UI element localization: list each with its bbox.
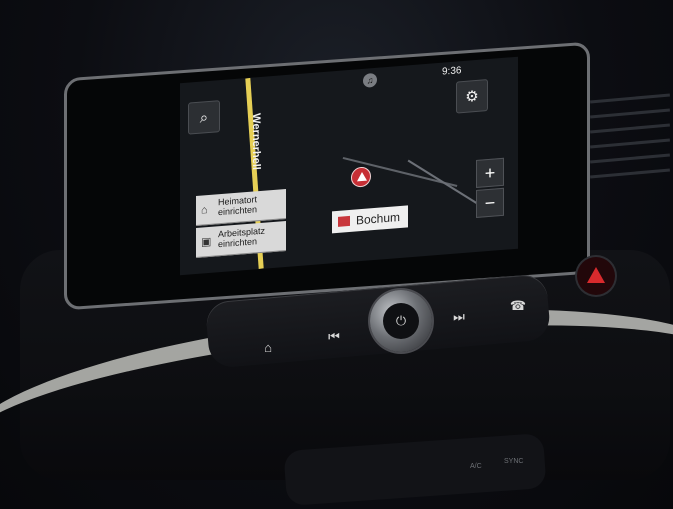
- previous-track-button[interactable]: ⏮: [321, 324, 347, 350]
- map-road-dotted: [407, 159, 483, 208]
- work-location-card[interactable]: ▣ Arbeitsplatz einrichten: [196, 220, 286, 259]
- home-icon: ⌂: [264, 339, 272, 355]
- phone-button[interactable]: ☎: [505, 293, 531, 319]
- search-icon: ⌕: [199, 108, 209, 127]
- minus-icon: −: [484, 191, 496, 213]
- location-arrow-icon: [351, 166, 371, 188]
- search-button[interactable]: ⌕: [188, 100, 220, 135]
- city-label-button[interactable]: Bochum: [332, 205, 408, 234]
- car-infotainment-scene: ⌕ ♫ 9:36 ⚙ Wernerhell + − ⌂ Heimatort ei…: [0, 0, 673, 509]
- zoom-out-button[interactable]: −: [476, 187, 504, 219]
- briefcase-icon: ▣: [201, 235, 212, 249]
- city-name: Bochum: [356, 209, 401, 228]
- settings-button[interactable]: ⚙: [456, 79, 488, 114]
- phone-icon: ☎: [509, 298, 527, 313]
- home-hardware-button[interactable]: ⌂: [255, 334, 281, 360]
- power-icon: ⏻: [395, 313, 407, 328]
- gear-icon: ⚙: [465, 87, 479, 106]
- home-location-card[interactable]: ⌂ Heimatort einrichten: [196, 188, 286, 227]
- power-button[interactable]: ⏻: [383, 303, 419, 339]
- air-vent: [590, 85, 670, 205]
- street-name: Wernerhell: [250, 112, 262, 171]
- clock: 9:36: [442, 65, 462, 78]
- previous-track-icon: ⏮: [328, 329, 340, 344]
- ac-label: A/C: [470, 463, 482, 470]
- navigation-screen[interactable]: ⌕ ♫ 9:36 ⚙ Wernerhell + − ⌂ Heimatort ei…: [180, 56, 518, 276]
- music-icon: ♫: [366, 75, 374, 86]
- plus-icon: +: [484, 161, 496, 183]
- hazard-button[interactable]: [577, 257, 615, 295]
- flag-icon: [338, 215, 350, 227]
- zoom-in-button[interactable]: +: [476, 157, 504, 189]
- next-track-button[interactable]: ⏭: [446, 304, 472, 330]
- sync-label: SYNC: [504, 458, 524, 465]
- next-track-icon: ⏭: [453, 309, 465, 324]
- home-icon: ⌂: [201, 203, 208, 217]
- media-button[interactable]: ♫: [363, 72, 377, 88]
